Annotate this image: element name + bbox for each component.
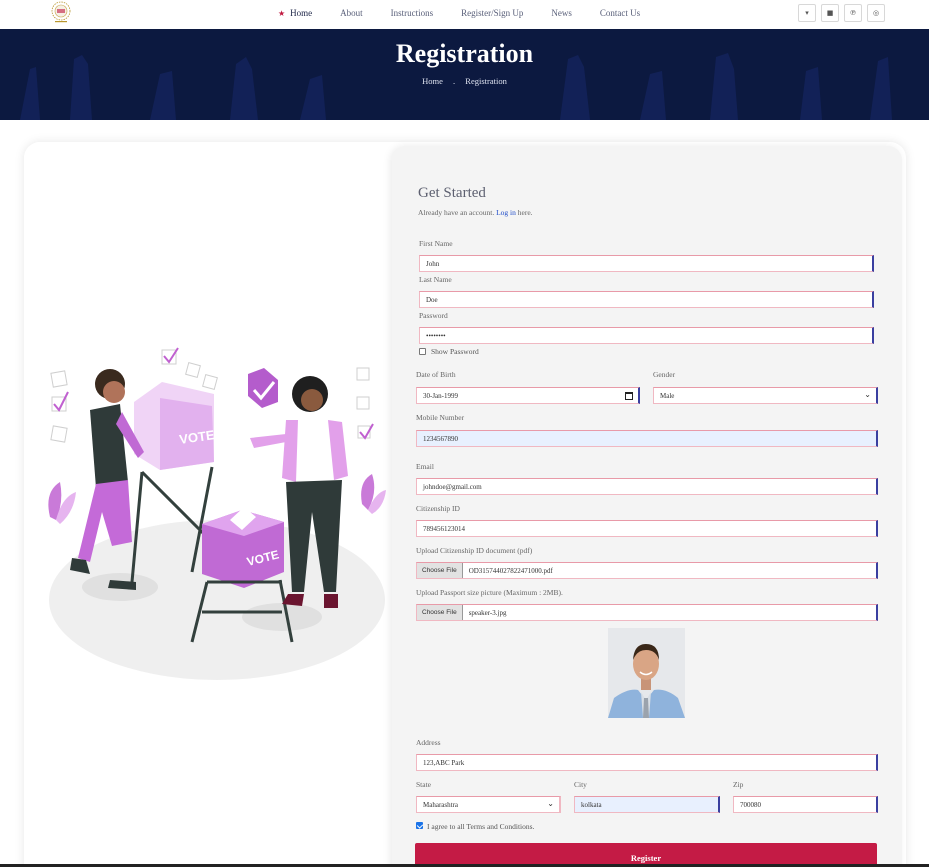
mobile-label: Mobile Number (416, 413, 465, 422)
show-password-label: Show Password (431, 347, 479, 356)
terms-checkbox[interactable] (416, 822, 423, 829)
last-name-label: Last Name (419, 275, 452, 284)
calendar-icon[interactable] (625, 392, 633, 400)
address-value: 123,ABC Park (423, 758, 465, 767)
mobile-input[interactable]: 1234567890 (416, 430, 878, 447)
first-name-label: First Name (419, 239, 453, 248)
photo-choose-file-button[interactable]: Choose File (417, 605, 463, 620)
instagram-icon[interactable]: ◎ (867, 4, 885, 22)
twitter-icon[interactable]: ▾ (798, 4, 816, 22)
email-input[interactable]: johndoe@gmail.com (416, 478, 878, 495)
dob-input[interactable]: 30-Jan-1999 (416, 387, 640, 404)
city-input[interactable]: kolkata (574, 796, 720, 813)
citizenship-choose-file-button[interactable]: Choose File (417, 563, 463, 578)
nav-register[interactable]: Register/Sign Up (461, 8, 523, 18)
nav-instructions[interactable]: Instructions (391, 8, 434, 18)
gender-label: Gender (653, 370, 676, 379)
form-title: Get Started (418, 185, 486, 201)
facebook-icon[interactable]: ■ (821, 4, 839, 22)
nav-about[interactable]: About (340, 8, 363, 18)
nav-news[interactable]: News (551, 8, 572, 18)
passport-photo-upload[interactable]: Choose File speaker-3.jpg (416, 604, 878, 621)
state-value: Maharashtra (423, 800, 458, 809)
terms-label: I agree to all Terms and Conditions. (427, 822, 535, 831)
email-label: Email (416, 462, 434, 471)
chevron-down-icon: ⌄ (547, 799, 554, 808)
state-label: State (416, 780, 431, 789)
pinterest-icon[interactable]: ℗ (844, 4, 862, 22)
citizenship-doc-upload[interactable]: Choose File OD3157440278224710​00.pdf (416, 562, 878, 579)
state-select[interactable]: Maharashtra ⌄ (416, 796, 561, 813)
show-password-checkbox[interactable] (419, 348, 426, 355)
password-input[interactable]: •••••••• (419, 327, 874, 344)
voting-illustration: VOTE VOTE (48, 347, 386, 680)
passport-photo-filename: speaker-3.jpg (468, 608, 507, 617)
city-label: City (574, 780, 587, 789)
top-navbar: ★ Home About Instructions Register/Sign U… (0, 0, 929, 29)
citizenship-doc-label: Upload Citizenship ID document (pdf) (416, 546, 533, 555)
nav-home-label: Home (290, 8, 313, 18)
site-logo[interactable] (46, 0, 76, 24)
chevron-down-icon: ⌄ (864, 390, 871, 399)
address-label: Address (416, 738, 441, 747)
login-link[interactable]: Log in (496, 208, 516, 217)
dob-value: 30-Jan-1999 (423, 391, 458, 400)
password-value: •••••••• (426, 331, 446, 340)
main-nav: ★ Home About Instructions Register/Sign U… (278, 8, 668, 18)
star-icon: ★ (278, 9, 286, 18)
gender-select[interactable]: Male ⌄ (653, 387, 878, 404)
nav-contact[interactable]: Contact Us (600, 8, 640, 18)
registration-card: VOTE VOTE Get Started Already have an ac… (24, 142, 906, 867)
mobile-value: 1234567890 (423, 434, 458, 443)
last-name-input[interactable]: Doe (419, 291, 874, 308)
breadcrumb: Home . Registration (0, 76, 929, 86)
citizenship-id-label: Citizenship ID (416, 504, 460, 513)
passport-photo-label: Upload Passport size picture (Maximum : … (416, 588, 563, 597)
address-input[interactable]: 123,ABC Park (416, 754, 878, 771)
citizenship-id-input[interactable]: 789456123014 (416, 520, 878, 537)
last-name-value: Doe (426, 295, 438, 304)
password-label: Password (419, 311, 448, 320)
citizenship-doc-filename: OD3157440278224710​00.pdf (468, 566, 553, 575)
social-links: ▾ ■ ℗ ◎ (793, 4, 885, 22)
photo-preview (608, 628, 685, 718)
zip-label: Zip (733, 780, 744, 789)
city-value: kolkata (581, 800, 602, 809)
login-suffix: here. (515, 208, 533, 217)
gender-value: Male (660, 391, 675, 400)
zip-input[interactable]: 700080 (733, 796, 878, 813)
breadcrumb-current: Registration (465, 76, 507, 86)
first-name-input[interactable]: John (419, 255, 874, 272)
login-prompt: Already have an account. (418, 208, 497, 217)
email-value: johndoe@gmail.com (423, 482, 482, 491)
registration-form: Get Started Already have an account. Log… (392, 146, 902, 867)
page-hero: Registration Home . Registration (0, 29, 929, 120)
nav-home[interactable]: ★ Home (278, 8, 312, 18)
form-subtitle: Already have an account. Log in here. (418, 208, 533, 217)
page-title: Registration (395, 39, 534, 68)
first-name-value: John (426, 259, 440, 268)
breadcrumb-home[interactable]: Home (422, 76, 443, 86)
zip-value: 700080 (740, 800, 761, 809)
citizenship-id-value: 789456123014 (423, 524, 465, 533)
breadcrumb-separator: . (453, 76, 456, 86)
illustration-panel: VOTE VOTE (24, 142, 392, 867)
dob-label: Date of Birth (416, 370, 456, 379)
